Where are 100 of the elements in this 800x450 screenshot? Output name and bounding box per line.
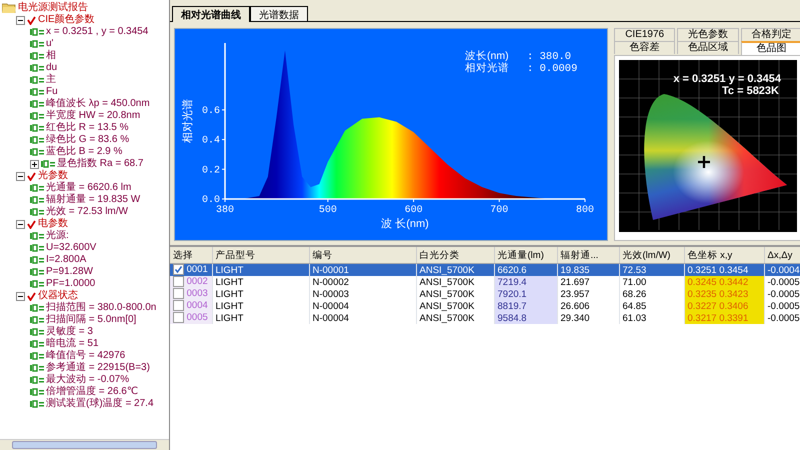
tree-item[interactable]: 显色指数 Ra = 68.7 bbox=[57, 158, 144, 170]
check-icon bbox=[27, 16, 36, 24]
tree-item[interactable]: 光源: bbox=[46, 230, 69, 242]
readout-label: 波长(nm) bbox=[465, 50, 509, 62]
tree-item[interactable]: du bbox=[46, 62, 58, 74]
checkbox[interactable] bbox=[173, 312, 184, 324]
tag-icon bbox=[30, 316, 44, 324]
column-header[interactable]: 产品型号 bbox=[212, 247, 309, 264]
tab[interactable]: 相对光谱曲线 bbox=[172, 6, 250, 22]
tree-item[interactable]: 红色比 R = 13.5 % bbox=[46, 122, 129, 134]
tree-item[interactable]: 相 bbox=[46, 50, 56, 62]
tree-item[interactable]: 测试装置(球)温度 = 27.4 bbox=[46, 398, 154, 410]
folder-icon bbox=[2, 3, 16, 13]
table-cell: 7219.4 bbox=[494, 276, 557, 288]
column-header[interactable]: 辐射通... bbox=[557, 247, 619, 264]
column-header[interactable]: 编号 bbox=[309, 247, 416, 264]
column-header[interactable]: Δx,Δy bbox=[764, 247, 800, 264]
collapse-toggle[interactable] bbox=[16, 220, 25, 228]
tree-item[interactable]: Fu bbox=[46, 86, 58, 98]
tag-icon bbox=[30, 76, 44, 84]
tag-icon bbox=[30, 148, 44, 156]
tree-item[interactable]: P=91.28W bbox=[46, 266, 93, 278]
x-tick-label: 500 bbox=[318, 205, 337, 216]
tree-item[interactable]: 灵敏度 = 3 bbox=[46, 326, 93, 338]
table-row[interactable]: 0003 LIGHT N-00003 ANSI_5700K 7920.1 23.957 68.26 0.3235 0.3423 -0.0005 bbox=[170, 288, 800, 300]
checkbox[interactable] bbox=[173, 288, 184, 300]
tag-icon bbox=[30, 100, 44, 108]
tree-item[interactable]: 峰值波长 λp = 450.0nm bbox=[46, 98, 150, 110]
tree-item[interactable]: x = 0.3251 , y = 0.3454 bbox=[46, 26, 148, 38]
tab[interactable]: 色容差 bbox=[614, 41, 676, 54]
tag-icon bbox=[30, 244, 44, 252]
table-cell: 0001 bbox=[186, 264, 208, 276]
minus-icon bbox=[18, 18, 23, 22]
tree-item[interactable]: 仪器状态 bbox=[38, 290, 78, 302]
tag-icon bbox=[30, 124, 44, 132]
tag-icon bbox=[30, 28, 44, 36]
table-cell: N-00004 bbox=[309, 312, 416, 324]
tree-item[interactable]: 倍增管温度 = 26.6℃ bbox=[46, 386, 138, 398]
tree-item[interactable]: I=2.800A bbox=[46, 254, 86, 266]
checkbox[interactable] bbox=[173, 276, 184, 288]
tab[interactable]: 合格判定 bbox=[740, 28, 800, 41]
tree-item[interactable]: 扫描范围 = 380.0-800.0n bbox=[46, 302, 156, 314]
table-row[interactable]: 0004 LIGHT N-00004 ANSI_5700K 8819.7 26.606 64.85 0.3227 0.3406 -0.0005 bbox=[170, 300, 800, 312]
tree-item[interactable]: 光通量 = 6620.6 lm bbox=[46, 182, 132, 194]
tree-item[interactable]: 扫描间隔 = 5.0nm[0] bbox=[46, 314, 136, 326]
table-row[interactable]: 0001 LIGHT N-00001 ANSI_5700K 6620.6 19.835 72.53 0.3251 0.3454 -0.0004 bbox=[170, 264, 800, 276]
tree-item[interactable]: 主 bbox=[46, 74, 56, 86]
column-header[interactable]: 光效(lm/W) bbox=[619, 247, 684, 264]
expand-toggle[interactable] bbox=[30, 160, 39, 168]
column-header[interactable]: 色坐标 x,y bbox=[684, 247, 764, 264]
tree-item[interactable]: CIE颜色参数 bbox=[38, 14, 95, 26]
y-tick-label: 0.4 bbox=[202, 136, 220, 147]
collapse-toggle[interactable] bbox=[16, 172, 25, 180]
column-header[interactable]: 选择 bbox=[170, 247, 212, 264]
tag-icon bbox=[30, 196, 44, 204]
table-row[interactable]: 0005 LIGHT N-00004 ANSI_5700K 9584.8 29.340 61.03 0.3217 0.3391 -0.0005 bbox=[170, 312, 800, 324]
tree-item[interactable]: PF=1.0000 bbox=[46, 278, 96, 290]
x-axis-title: 波 长(nm) bbox=[381, 218, 429, 230]
tree-item[interactable]: 峰值信号 = 42976 bbox=[46, 350, 126, 362]
column-header[interactable]: 白光分类 bbox=[416, 247, 494, 264]
tree-item[interactable]: 光效 = 72.53 lm/W bbox=[46, 206, 128, 218]
readout-label: 相对光谱 bbox=[465, 62, 509, 74]
collapse-toggle[interactable] bbox=[16, 292, 25, 300]
tab[interactable]: 光色参数 bbox=[677, 28, 739, 41]
tag-icon bbox=[30, 136, 44, 144]
tag-icon bbox=[30, 364, 44, 372]
table-cell: 0003 bbox=[186, 288, 208, 300]
checkbox[interactable] bbox=[173, 264, 184, 276]
tag-icon bbox=[30, 328, 44, 336]
tree-item[interactable]: 光参数 bbox=[38, 170, 68, 182]
tab[interactable]: 色品图 bbox=[740, 41, 800, 55]
column-header[interactable]: 光通量(lm) bbox=[494, 247, 557, 264]
tree-item[interactable]: 蓝色比 B = 2.9 % bbox=[46, 146, 122, 158]
color-temperature-readout: Tc = 5823K bbox=[722, 85, 779, 97]
tree-item[interactable]: 半宽度 HW = 20.8nm bbox=[46, 110, 140, 122]
collapse-toggle[interactable] bbox=[16, 16, 25, 24]
horizontal-scrollbar[interactable] bbox=[0, 439, 169, 450]
tree-item[interactable]: 电光源测试报告 bbox=[18, 2, 88, 14]
tag-icon bbox=[30, 376, 44, 384]
tab[interactable]: 色品区域 bbox=[677, 41, 739, 54]
checkbox[interactable] bbox=[173, 300, 184, 312]
table-cell: 8819.7 bbox=[494, 300, 557, 312]
tree-item[interactable]: 辐射通量 = 19.835 W bbox=[46, 194, 140, 206]
table-row[interactable]: 0002 LIGHT N-00002 ANSI_5700K 7219.4 21.697 71.00 0.3245 0.3442 -0.0005 bbox=[170, 276, 800, 288]
table-cell: 0.3245 0.3442 bbox=[684, 276, 764, 288]
tree-item[interactable]: 电参数 bbox=[38, 218, 68, 230]
tree-item[interactable]: 绿色比 G = 83.6 % bbox=[46, 134, 130, 146]
tree-item[interactable]: U=32.600V bbox=[46, 242, 96, 254]
tree-item[interactable]: u' bbox=[46, 38, 54, 50]
table-cell: 61.03 bbox=[619, 312, 684, 324]
tree-item[interactable]: 参考通道 = 22915(B=3) bbox=[46, 362, 150, 374]
table-cell: 0.3227 0.3406 bbox=[684, 300, 764, 312]
tree-item[interactable]: 暗电流 = 51 bbox=[46, 338, 99, 350]
tree-item[interactable]: 最大波动 = -0.07% bbox=[46, 374, 130, 386]
tag-icon bbox=[30, 88, 44, 96]
tab[interactable]: 光谱数据 bbox=[250, 6, 308, 21]
tab[interactable]: CIE1976 bbox=[614, 28, 676, 41]
tag-icon bbox=[30, 400, 44, 408]
coordinate-readout: x = 0.3251 y = 0.3454 bbox=[673, 73, 781, 85]
readout-value: : 0.0009 bbox=[527, 63, 578, 75]
